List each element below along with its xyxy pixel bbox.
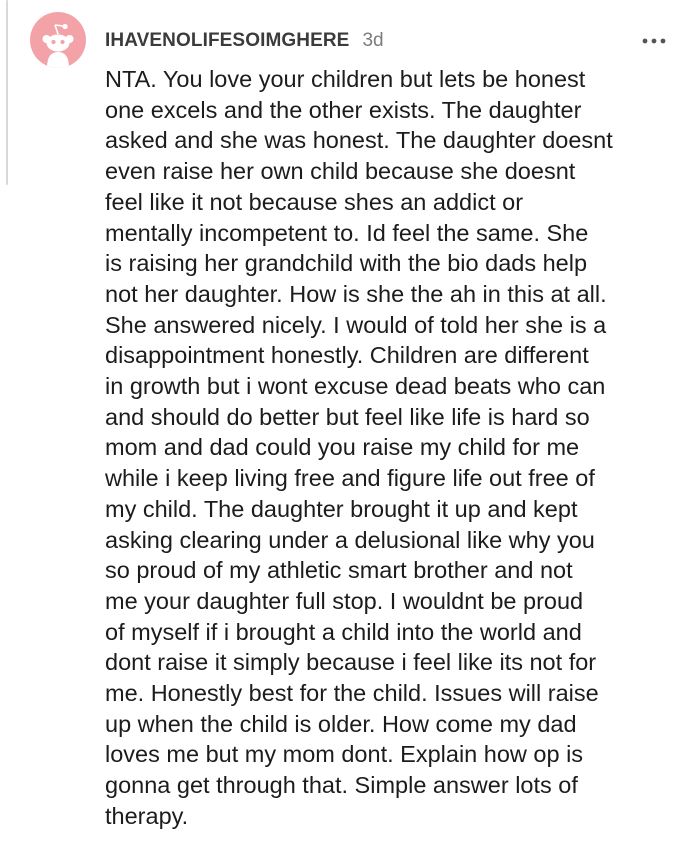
- comment-line: my child. The daughter brought it up and…: [105, 495, 578, 522]
- timestamp: 3d: [362, 30, 384, 51]
- comment-line: is raising her grandchild with the bio d…: [105, 250, 588, 277]
- comment-line: loves me but my mom dont. Explain how op…: [105, 741, 584, 768]
- comment-body: NTA. You love your children but lets be …: [105, 64, 683, 832]
- comment-line: feel like it not because shes an addict …: [105, 188, 524, 215]
- comment-line: of myself if i brought a child into the …: [105, 618, 582, 645]
- comment-line: mom and dad could you raise my child for…: [105, 434, 580, 461]
- comment-line: me. Honestly best for the child. Issues …: [105, 680, 599, 707]
- comment-line: me your daughter full stop. I wouldnt be…: [105, 587, 584, 614]
- comment-line: not her daughter. How is she the ah in t…: [105, 280, 607, 307]
- comment-line: while i keep living free and figure life…: [105, 465, 595, 492]
- comment-line: up when the child is older. How come my …: [105, 710, 577, 737]
- comment-line: and should do better but feel like life …: [105, 403, 590, 430]
- comment-line: disappointment honestly. Children are di…: [105, 342, 589, 369]
- comment-line: NTA. You love your children but lets be …: [105, 66, 586, 92]
- avatar[interactable]: [30, 12, 86, 68]
- comment-line: therapy.: [105, 802, 189, 829]
- comment-line: mentally incompetent to. Id feel the sam…: [105, 219, 589, 246]
- comment-line: asking clearing under a delusional like …: [105, 526, 595, 553]
- comment-line: She answered nicely. I would of told her…: [105, 311, 607, 338]
- comment-line: in growth but i wont excuse dead beats w…: [105, 373, 606, 400]
- comment-line: dont raise it simply because i feel like…: [105, 649, 597, 676]
- comment-line: asked and she was honest. The daughter d…: [105, 127, 613, 154]
- reddit-snoo-icon: [42, 23, 74, 68]
- username[interactable]: IHAVENOLIFESOIMGHERE: [105, 30, 349, 52]
- comment: IHAVENOLIFESOIMGHERE 3d NTA. You love yo…: [0, 0, 700, 845]
- comment-line: even raise her own child because she doe…: [105, 158, 576, 185]
- comment-line: so proud of my athletic smart brother an…: [105, 557, 573, 584]
- more-dots-icon: [642, 38, 666, 44]
- comment-header: IHAVENOLIFESOIMGHERE 3d: [105, 28, 384, 54]
- comment-line: gonna get through that. Simple answer lo…: [105, 772, 578, 799]
- more-options-button[interactable]: [636, 30, 672, 52]
- comment-line: one excels and the other exists. The dau…: [105, 96, 582, 123]
